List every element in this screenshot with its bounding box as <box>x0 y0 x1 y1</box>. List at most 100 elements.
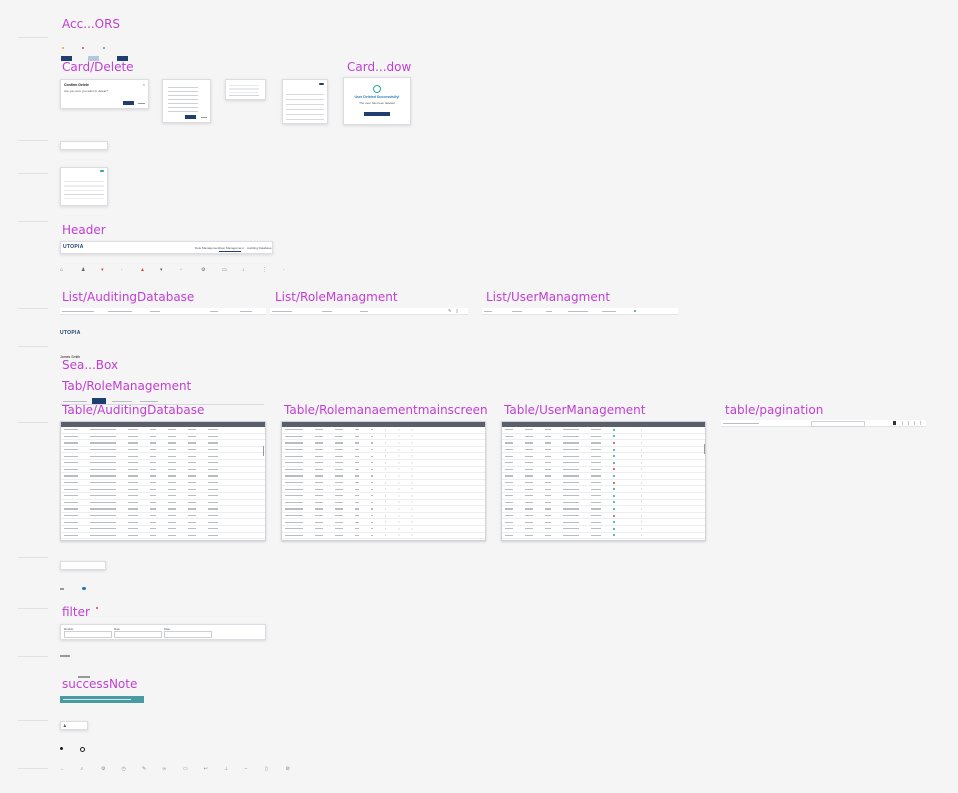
edit-icon[interactable]: ✎ <box>142 766 146 772</box>
view-icon[interactable]: ▫ <box>398 461 399 465</box>
nav-user-management[interactable]: User Management <box>219 246 244 250</box>
view-icon[interactable]: ▫ <box>398 533 399 537</box>
table-row[interactable]: ▫ <box>502 500 705 507</box>
close-icon[interactable]: × <box>143 82 145 87</box>
edit-icon[interactable]: ▫ <box>385 448 386 452</box>
view-icon[interactable]: ▫ <box>398 454 399 458</box>
list-row-auditing[interactable] <box>60 308 266 315</box>
dropdown-control[interactable] <box>60 141 108 150</box>
table-row[interactable] <box>61 526 265 533</box>
edit-icon[interactable]: ▫ <box>385 441 386 445</box>
page-buttons[interactable] <box>899 421 924 425</box>
table-row[interactable]: ▫ ▫ ▫ <box>282 533 485 540</box>
delete-icon[interactable]: ▯ <box>456 308 458 313</box>
delete-icon[interactable]: ▫ <box>412 428 413 432</box>
table-row[interactable]: ▫ <box>502 506 705 513</box>
nav-role-management[interactable]: Role Management <box>195 246 220 250</box>
checklist-items[interactable] <box>229 83 259 96</box>
table-row[interactable] <box>61 506 265 513</box>
arrow-icon[interactable]: ← <box>60 766 65 772</box>
edit-icon[interactable]: ▫ <box>641 520 642 524</box>
role-select[interactable] <box>114 631 162 638</box>
view-icon[interactable]: ▫ <box>398 507 399 511</box>
edit-icon[interactable]: ▫ <box>641 448 642 452</box>
settings-icon[interactable]: ⚙ <box>286 766 290 772</box>
edit-icon[interactable]: ▫ <box>641 494 642 498</box>
delete-icon[interactable]: ▫ <box>412 500 413 504</box>
date-picker[interactable] <box>164 631 212 638</box>
delete-icon[interactable]: ▫ <box>412 461 413 465</box>
dash-icon[interactable]: – <box>245 766 248 772</box>
edit-icon[interactable]: ▫ <box>385 474 386 478</box>
table-row[interactable]: ▫ <box>502 486 705 493</box>
add-button[interactable]: ♟ <box>60 721 88 730</box>
table-row[interactable]: ▫ ▫ ▫ <box>282 427 485 434</box>
table-row[interactable] <box>61 440 265 447</box>
copy-icon[interactable]: ▭ <box>183 766 188 772</box>
table-row[interactable]: ▫ <box>502 427 705 434</box>
edit-icon[interactable]: ▫ <box>385 507 386 511</box>
table-row[interactable]: ▫ <box>502 440 705 447</box>
edit-icon[interactable]: ▫ <box>641 441 642 445</box>
tab-active[interactable] <box>92 398 106 404</box>
filter-icon[interactable]: ▾ <box>101 267 104 273</box>
delete-icon[interactable]: ▫ <box>412 520 413 524</box>
copy-icon[interactable]: ▭ <box>222 267 227 273</box>
edit-icon[interactable]: ▫ <box>385 434 386 438</box>
edit-icon[interactable]: ▫ <box>385 514 386 518</box>
scrollbar[interactable] <box>262 446 264 456</box>
edit-icon[interactable]: ▫ <box>641 533 642 537</box>
view-icon[interactable]: ▫ <box>398 487 399 491</box>
view-icon[interactable]: ▫ <box>398 467 399 471</box>
table-row[interactable]: ▫ <box>502 533 705 540</box>
toggle-switch[interactable] <box>100 170 104 172</box>
clock-icon[interactable]: ◷ <box>122 766 126 772</box>
table-row[interactable] <box>61 533 265 540</box>
delete-icon[interactable]: ▫ <box>412 434 413 438</box>
menu-items[interactable] <box>168 84 198 112</box>
delete-icon[interactable]: ▫ <box>412 474 413 478</box>
list-row-role[interactable]: ✎ ▯ <box>270 308 468 315</box>
table-row[interactable]: ▫ ▫ ▫ <box>282 440 485 447</box>
nav-auditing-database[interactable]: Auditing Database <box>247 246 272 250</box>
table-row[interactable]: ▫ <box>502 460 705 467</box>
mini-control[interactable] <box>60 588 64 590</box>
delete-icon[interactable]: ▫ <box>412 514 413 518</box>
table-row[interactable] <box>61 500 265 507</box>
table-row[interactable] <box>61 434 265 441</box>
more-icon[interactable]: ⋮ <box>262 267 267 273</box>
edit-icon[interactable]: ▫ <box>385 500 386 504</box>
table-row[interactable]: ▫ ▫ ▫ <box>282 519 485 526</box>
table-row[interactable]: ▫ <box>502 473 705 480</box>
table-row[interactable]: ▫ ▫ ▫ <box>282 460 485 467</box>
edit-icon[interactable]: ▫ <box>385 454 386 458</box>
view-icon[interactable]: ▫ <box>398 520 399 524</box>
table-row[interactable]: ▫ <box>502 480 705 487</box>
edit-icon[interactable]: ▫ <box>385 494 386 498</box>
radio-button[interactable] <box>80 747 85 752</box>
edit-icon[interactable]: ▫ <box>641 507 642 511</box>
delete-icon[interactable]: ▫ <box>412 441 413 445</box>
table-row[interactable]: ▫ <box>502 493 705 500</box>
primary-button[interactable] <box>61 56 72 61</box>
table-row[interactable] <box>61 453 265 460</box>
table-row[interactable]: ▫ ▫ ▫ <box>282 453 485 460</box>
edit-icon[interactable]: ▫ <box>385 527 386 531</box>
table-row[interactable] <box>61 486 265 493</box>
cancel-delete-button[interactable] <box>138 103 145 104</box>
view-icon[interactable]: ▫ <box>398 527 399 531</box>
apply-button[interactable] <box>185 115 196 119</box>
table-row[interactable] <box>61 473 265 480</box>
edit-icon[interactable]: ▫ <box>385 461 386 465</box>
chevron-icon[interactable]: ▾ <box>160 267 163 273</box>
table-row[interactable]: ▫ <box>502 434 705 441</box>
table-row[interactable] <box>61 519 265 526</box>
trash-icon[interactable]: ▯ <box>265 766 268 772</box>
table-row[interactable]: ▫ ▫ ▫ <box>282 493 485 500</box>
module-select[interactable] <box>64 631 112 638</box>
table-row[interactable]: ▫ ▫ ▫ <box>282 506 485 513</box>
delete-icon[interactable]: ▫ <box>412 533 413 537</box>
download-icon[interactable]: ↓ <box>242 267 245 273</box>
edit-icon[interactable]: ▫ <box>385 533 386 537</box>
back-icon[interactable]: ↩ <box>204 766 208 772</box>
